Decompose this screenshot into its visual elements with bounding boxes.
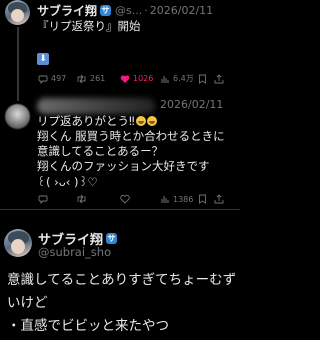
blurred-display-name bbox=[37, 98, 155, 114]
views-icon bbox=[161, 75, 169, 83]
divider bbox=[0, 209, 240, 210]
reply-button[interactable]: 497 bbox=[38, 74, 76, 84]
views-button[interactable]: 1386 bbox=[160, 194, 198, 204]
main-text-line-1: 意識してることありすぎてちょーむず bbox=[7, 272, 237, 288]
handle[interactable]: @subrai_sho bbox=[38, 245, 111, 259]
verified-badge: サ bbox=[100, 5, 112, 16]
share-icon bbox=[214, 73, 224, 83]
like-count: 1026 bbox=[133, 74, 154, 83]
avatar[interactable] bbox=[4, 229, 32, 257]
reply-line-1: リプ返ありがとう‼ bbox=[37, 114, 157, 129]
retweet-button[interactable] bbox=[76, 194, 120, 204]
down-arrow-icon: ⬇ bbox=[37, 53, 49, 65]
retweet-button[interactable]: 261 bbox=[76, 74, 120, 84]
share-button[interactable] bbox=[214, 194, 224, 204]
separator-dot: · bbox=[144, 4, 148, 17]
reply-button[interactable] bbox=[38, 194, 76, 204]
verified-badge: サ bbox=[106, 233, 118, 244]
bookmark-icon bbox=[199, 74, 206, 84]
views-count: 1386 bbox=[173, 194, 194, 204]
action-bar: 497 261 1026 6.4万 bbox=[38, 73, 224, 84]
share-button[interactable] bbox=[214, 73, 224, 84]
retweet-icon bbox=[77, 74, 86, 83]
timestamp[interactable]: 2026/02/11 bbox=[160, 98, 223, 111]
timestamp[interactable]: 2026/02/11 bbox=[150, 4, 213, 17]
tweet-header: サブライ翔 サ @s... · 2026/02/11 bbox=[37, 2, 213, 19]
reply-line-3: 意識してることあるー？ bbox=[37, 144, 164, 158]
retweet-icon bbox=[77, 194, 86, 204]
reply-icon bbox=[38, 195, 48, 204]
main-text-line-2: いけど bbox=[7, 295, 48, 311]
smile-emoji-icon bbox=[146, 116, 157, 126]
like-button[interactable]: 1026 bbox=[120, 74, 160, 84]
retweet-count: 261 bbox=[90, 74, 106, 83]
reply-line-4: 翔くんのファッション大好きです bbox=[37, 159, 210, 173]
screen: サブライ翔 サ @s... · 2026/02/11 『リプ返祭り』開始 ⬇ 4… bbox=[0, 0, 240, 340]
main-text-line-3: ・直感でビビッと来たやつ bbox=[7, 318, 169, 334]
share-icon bbox=[214, 194, 224, 204]
reply-line-2: 翔くん 服買う時とか合わせるときに bbox=[37, 129, 225, 143]
views-icon bbox=[161, 196, 169, 203]
views-count: 6.4万 bbox=[173, 74, 194, 83]
action-bar: 1386 bbox=[38, 194, 224, 204]
views-button[interactable]: 6.4万 bbox=[160, 73, 198, 84]
reply-count: 497 bbox=[51, 74, 67, 83]
tweet-1[interactable]: サブライ翔 サ @s... · 2026/02/11 『リプ返祭り』開始 ⬇ 4… bbox=[0, 0, 240, 92]
bookmark-button[interactable] bbox=[198, 74, 214, 84]
smile-emoji-icon bbox=[135, 116, 146, 126]
like-button[interactable] bbox=[120, 194, 160, 204]
heart-icon bbox=[120, 195, 130, 204]
handle[interactable]: @s... bbox=[115, 4, 142, 17]
reply-line-5: ꒰( ›ᴗ‹ )꒱♡ bbox=[37, 175, 98, 189]
avatar-blurred[interactable] bbox=[5, 104, 30, 129]
tweet-text: 『リプ返祭り』開始 bbox=[37, 19, 141, 33]
avatar[interactable] bbox=[5, 0, 30, 25]
bookmark-button[interactable] bbox=[198, 194, 214, 204]
bookmark-icon bbox=[199, 194, 206, 204]
heart-icon bbox=[120, 74, 130, 83]
reply-icon bbox=[38, 75, 48, 84]
display-name[interactable]: サブライ翔 bbox=[37, 2, 97, 19]
